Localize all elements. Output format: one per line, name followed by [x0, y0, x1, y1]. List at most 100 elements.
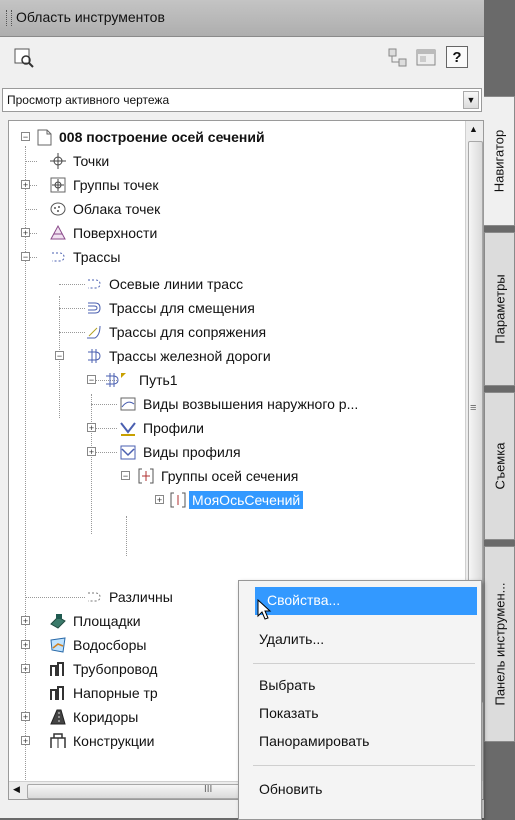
tree-node-selected-sample-line[interactable]: МояОсьСечений	[169, 488, 304, 512]
tree-node-surfaces-label: Поверхности	[73, 225, 158, 241]
point-groups-expand-toggle[interactable]: +	[21, 180, 30, 190]
tree-node-sites-label: Площадки	[73, 613, 141, 629]
surfaces-expand-toggle[interactable]: +	[21, 228, 30, 238]
alignments-collapse-toggle[interactable]: −	[21, 252, 30, 262]
preview-icon[interactable]	[12, 46, 36, 70]
catchment-icon	[50, 637, 66, 653]
scroll-up-icon[interactable]: ▲	[469, 124, 478, 134]
pipe-network-icon	[50, 662, 64, 676]
tree-node-views-elevation-label: Виды возвышения наружного р...	[143, 396, 359, 412]
catchments-expand-toggle[interactable]: +	[21, 640, 30, 650]
pressure-network-icon	[50, 686, 64, 700]
view-dropdown-value: Просмотр активного чертежа	[7, 93, 170, 107]
elevation-view-icon	[120, 397, 136, 411]
tab-navigator-label: Навигатор	[491, 129, 507, 193]
tree-node-offset-alignments[interactable]: Трассы для смещения	[85, 296, 255, 320]
offset-alignment-icon	[88, 302, 101, 314]
corridors-expand-toggle[interactable]: +	[21, 712, 30, 722]
tree-node-point-clouds-label: Облака точек	[73, 201, 161, 217]
menu-item-show[interactable]: Показать	[259, 705, 319, 721]
point-icon	[50, 153, 66, 169]
tree-node-root[interactable]: 008 построение осей сечений	[35, 125, 265, 149]
tree-node-centerline-alignments[interactable]: Осевые линии трасс	[85, 272, 243, 296]
tree-node-profile-views-label: Виды профиля	[143, 444, 241, 460]
site-icon	[50, 614, 66, 629]
tree-node-corridors-label: Коридоры	[73, 709, 139, 725]
tab-toolbox[interactable]: Панель инструмен...	[484, 546, 515, 742]
sample-line-groups-collapse-toggle[interactable]: −	[121, 471, 130, 481]
rail-alignment-icon	[88, 349, 101, 363]
tree-node-catchments[interactable]: Водосборы	[49, 633, 146, 657]
menu-item-pan[interactable]: Панорамировать	[259, 733, 369, 749]
sample-line-group-icon	[138, 468, 154, 484]
tree-node-rail-alignments[interactable]: Трассы железной дороги	[85, 344, 271, 368]
tree-node-misc[interactable]: Различны	[85, 585, 173, 609]
scroll-grip-icon: III	[204, 784, 213, 795]
tree-node-sites[interactable]: Площадки	[49, 609, 141, 633]
menu-item-properties[interactable]: Свойства...	[255, 587, 477, 615]
tree-node-pressure-networks[interactable]: Напорные тр	[49, 681, 158, 705]
tree-node-centerline-alignments-label: Осевые линии трасс	[109, 276, 244, 292]
selected-item-expand-toggle[interactable]: +	[155, 495, 164, 505]
tree-node-views-elevation[interactable]: Виды возвышения наружного р...	[119, 392, 358, 416]
menu-item-select[interactable]: Выбрать	[259, 677, 315, 693]
tree-node-sample-line-groups-label: Группы осей сечения	[161, 468, 299, 484]
drawing-icon	[37, 129, 52, 146]
tree-node-profiles[interactable]: Профили	[119, 416, 204, 440]
structures-expand-toggle[interactable]: +	[21, 736, 30, 746]
menu-item-refresh[interactable]: Обновить	[259, 781, 322, 797]
corridor-icon	[50, 709, 66, 725]
tab-survey-label: Съемка	[492, 442, 507, 490]
tree-node-pipe-networks[interactable]: Трубопровод	[49, 657, 157, 681]
drag-grip-icon[interactable]	[6, 10, 12, 26]
profile-views-expand-toggle[interactable]: +	[87, 447, 96, 457]
point-cloud-icon	[50, 202, 66, 216]
tree-node-corridors[interactable]: Коридоры	[49, 705, 138, 729]
sites-expand-toggle[interactable]: +	[21, 616, 30, 626]
tree-node-track-label: Путь1	[139, 372, 178, 388]
tree-node-profile-views[interactable]: Виды профиля	[119, 440, 241, 464]
profile-view-icon	[120, 445, 136, 460]
menu-separator	[253, 765, 475, 766]
scroll-grip-icon: ≡	[470, 402, 477, 414]
menu-item-delete[interactable]: Удалить...	[259, 631, 324, 647]
profiles-expand-toggle[interactable]: +	[87, 423, 96, 433]
tree-node-misc-label: Различны	[109, 589, 173, 605]
rail-alignments-collapse-toggle[interactable]: −	[55, 351, 64, 361]
scroll-left-icon[interactable]: ◀	[13, 784, 20, 795]
help-icon[interactable]: ?	[446, 46, 468, 68]
tree-node-point-groups[interactable]: Группы точек	[49, 173, 158, 197]
tree-node-points[interactable]: Точки	[49, 149, 109, 173]
tree-node-point-groups-label: Группы точек	[73, 177, 159, 193]
pipe-networks-expand-toggle[interactable]: +	[21, 664, 30, 674]
window-icon[interactable]	[414, 46, 438, 70]
tree-node-catchments-label: Водосборы	[73, 637, 147, 653]
tree-node-track[interactable]: Путь1	[103, 368, 178, 392]
chevron-down-icon[interactable]: ▼	[463, 91, 479, 109]
tree-node-structures[interactable]: Конструкции	[49, 729, 155, 753]
tree-node-point-clouds[interactable]: Облака точек	[49, 197, 160, 221]
tree-node-alignments[interactable]: Трассы	[49, 245, 120, 269]
tree-node-sample-line-groups[interactable]: Группы осей сечения	[137, 464, 298, 488]
alignment-icon	[52, 252, 65, 262]
tab-parameters[interactable]: Параметры	[484, 232, 515, 386]
misc-alignment-icon	[88, 592, 101, 602]
titlebar[interactable]: Область инструментов	[0, 0, 484, 37]
tab-toolbox-label: Панель инструмен...	[492, 582, 507, 706]
tree-node-surfaces[interactable]: Поверхности	[49, 221, 157, 245]
root-collapse-toggle[interactable]: −	[21, 132, 30, 142]
view-dropdown[interactable]: Просмотр активного чертежа ▼	[2, 88, 482, 112]
surface-icon	[50, 224, 66, 240]
rail-track-icon	[106, 373, 126, 387]
window-title: Область инструментов	[16, 9, 165, 25]
tab-navigator[interactable]: Навигатор	[484, 96, 515, 226]
tree-node-root-label: 008 построение осей сечений	[59, 129, 265, 145]
curb-alignment-icon	[87, 325, 101, 339]
track-collapse-toggle[interactable]: −	[87, 375, 96, 385]
tree-node-profiles-label: Профили	[143, 420, 204, 436]
tree-node-curb-return-alignments[interactable]: Трассы для сопряжения	[85, 320, 266, 344]
tree-icon[interactable]	[386, 46, 410, 70]
profile-icon	[120, 422, 136, 436]
tab-survey[interactable]: Съемка	[484, 392, 515, 540]
tree-node-curb-return-alignments-label: Трассы для сопряжения	[109, 324, 267, 340]
